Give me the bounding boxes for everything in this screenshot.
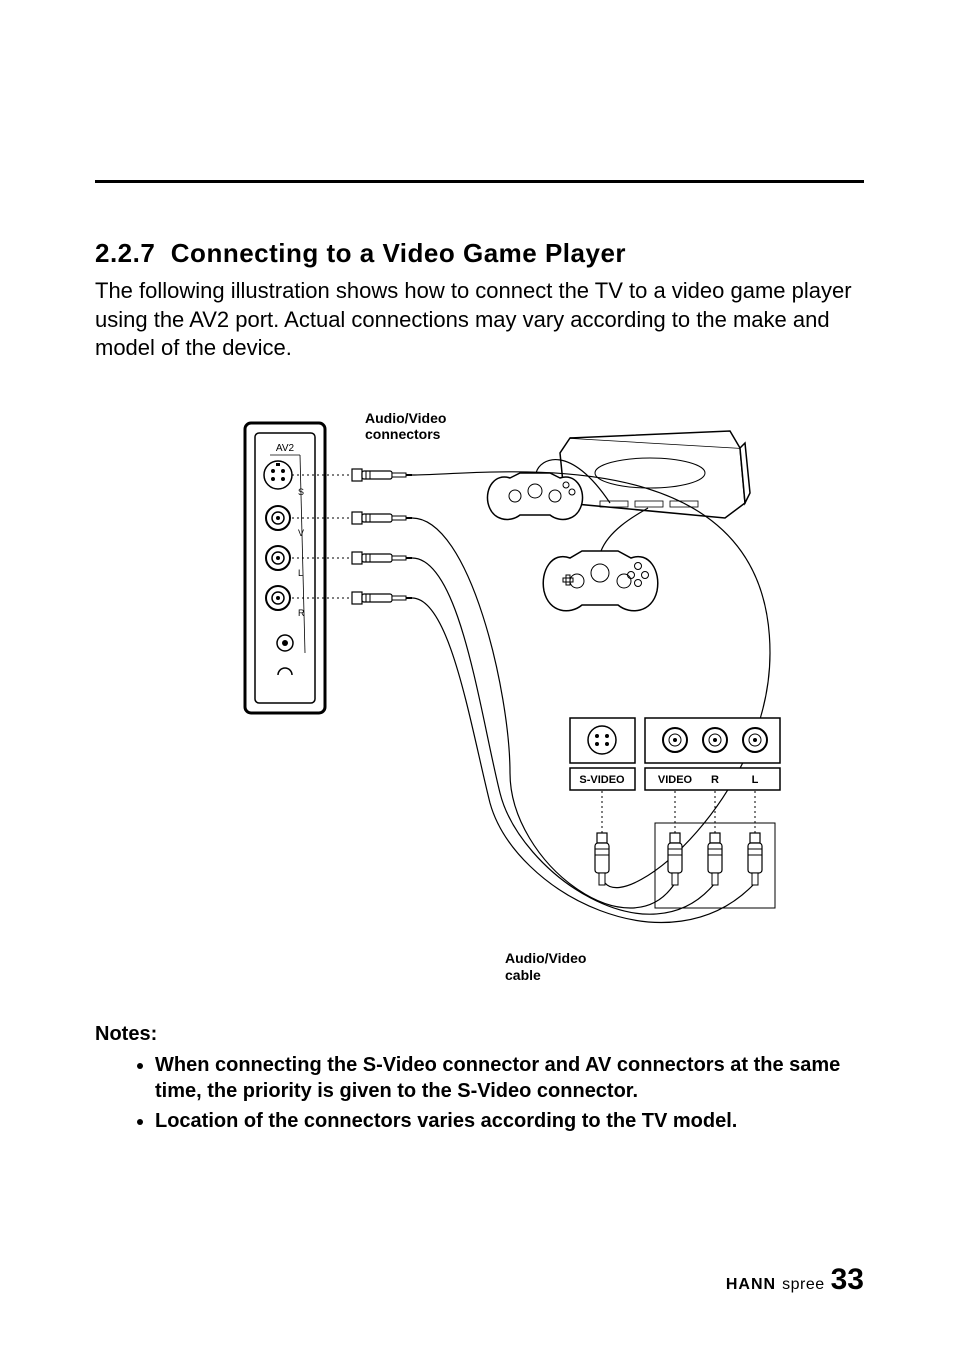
port-s-label: S — [298, 487, 304, 497]
section-title: 2.2.7 Connecting to a Video Game Player — [95, 238, 864, 269]
brand-strong: HANN — [726, 1276, 776, 1294]
intro-paragraph: The following illustration shows how to … — [95, 277, 864, 363]
notes-heading: Notes: — [95, 1023, 864, 1046]
section-number: 2.2.7 — [95, 238, 155, 268]
port-r-label: R — [298, 608, 305, 618]
header-rule — [95, 180, 864, 183]
callout-cable-1: Audio/Video — [505, 950, 586, 966]
page-number: 33 — [831, 1263, 864, 1297]
port-l-label: L — [298, 568, 303, 578]
diagram-svg: AV2 S V L R — [170, 393, 790, 1013]
page-footer: HANN spree 33 — [726, 1263, 864, 1297]
note-item: Location of the connectors varies accord… — [155, 1108, 864, 1134]
note-item: When connecting the S-Video connector an… — [155, 1052, 864, 1104]
brand-light: spree — [782, 1276, 825, 1294]
av2-label: AV2 — [275, 443, 294, 454]
plug-icon — [352, 469, 412, 481]
notes-list: When connecting the S-Video connector an… — [95, 1052, 864, 1134]
device-l-label: L — [751, 774, 758, 786]
notes-block: Notes: When connecting the S-Video conne… — [95, 1023, 864, 1134]
device-r-label: R — [711, 774, 719, 786]
game-console-icon — [560, 431, 750, 518]
section-title-text: Connecting to a Video Game Player — [171, 238, 626, 268]
callout-connectors-2: connectors — [365, 426, 441, 442]
device-svideo-label: S-VIDEO — [579, 774, 625, 786]
callout-connectors-1: Audio/Video — [365, 410, 446, 426]
callout-cable-2: cable — [505, 967, 541, 983]
device-video-label: VIDEO — [657, 774, 692, 786]
connection-diagram: AV2 S V L R — [95, 393, 864, 1013]
port-v-label: V — [298, 528, 304, 538]
